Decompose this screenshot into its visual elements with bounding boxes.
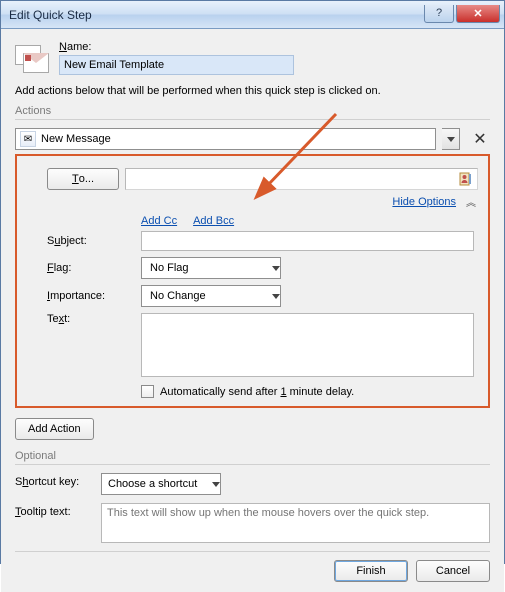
name-label: Name: <box>59 41 490 53</box>
importance-label: Importance: <box>47 290 135 302</box>
text-label: Text: <box>47 313 135 325</box>
dialog-buttons: Finish Cancel <box>15 560 490 582</box>
new-message-icon: ✉ <box>20 131 36 147</box>
close-button[interactable]: ✕ <box>456 5 500 23</box>
message-options-panel: To... Hide Options ︽ Add Cc Add Bcc Subj… <box>15 154 490 408</box>
subject-input[interactable] <box>141 231 474 251</box>
to-row: To... <box>47 168 478 190</box>
importance-combo[interactable]: No Change <box>141 285 281 307</box>
flag-combo[interactable]: No Flag <box>141 257 281 279</box>
chevron-down-icon <box>212 482 220 487</box>
shortcut-label: Shortcut key: <box>15 473 95 488</box>
shortcut-combo[interactable]: Choose a shortcut <box>101 473 221 495</box>
actions-heading: Actions <box>15 105 490 117</box>
window-buttons: ? ✕ <box>422 5 500 25</box>
divider <box>15 119 490 120</box>
subject-label: Subject: <box>47 235 135 247</box>
hide-options-link[interactable]: Hide Options <box>392 196 456 208</box>
tooltip-label: Tooltip text: <box>15 503 95 518</box>
tooltip-row: Tooltip text: <box>15 503 490 543</box>
divider <box>15 464 490 465</box>
auto-send-row: Automatically send after 1 minute delay. <box>141 385 474 398</box>
chevron-up-icon[interactable]: ︽ <box>466 194 476 209</box>
message-form: Add Cc Add Bcc Subject: Flag: No Flag Im… <box>47 215 474 398</box>
window-title: Edit Quick Step <box>9 8 92 22</box>
add-cc-link[interactable]: Add Cc <box>141 215 177 227</box>
importance-value: No Change <box>150 290 206 302</box>
chevron-down-icon <box>272 266 280 271</box>
cancel-button[interactable]: Cancel <box>416 560 490 582</box>
auto-send-checkbox[interactable] <box>141 385 154 398</box>
finish-button[interactable]: Finish <box>334 560 408 582</box>
shortcut-row: Shortcut key: Choose a shortcut <box>15 473 490 495</box>
optional-section: Optional Shortcut key: Choose a shortcut… <box>15 450 490 543</box>
divider <box>15 551 490 552</box>
flag-value: No Flag <box>150 262 189 274</box>
cc-bcc-row: Add Cc Add Bcc <box>141 215 474 227</box>
chevron-down-icon <box>447 137 455 142</box>
flag-label: Flag: <box>47 262 135 274</box>
add-bcc-link[interactable]: Add Bcc <box>193 215 234 227</box>
action-type-dropdown-button[interactable] <box>442 128 460 150</box>
hide-options-row: Hide Options ︽ <box>27 194 476 209</box>
remove-action-button[interactable]: ✕ <box>470 129 490 149</box>
add-action-row: Add Action <box>15 418 490 440</box>
to-input[interactable] <box>125 168 478 190</box>
auto-send-label: Automatically send after 1 minute delay. <box>160 386 354 398</box>
tooltip-text-input[interactable] <box>101 503 490 543</box>
name-input[interactable] <box>59 55 294 75</box>
dialog-window: Edit Quick Step ? ✕ Name: Add actions be… <box>0 0 505 564</box>
text-body-input[interactable] <box>141 313 474 377</box>
optional-heading: Optional <box>15 450 490 462</box>
shortcut-value: Choose a shortcut <box>108 478 197 490</box>
add-action-button[interactable]: Add Action <box>15 418 94 440</box>
action-selector-row: ✉ New Message ✕ <box>15 128 490 150</box>
action-type-label: New Message <box>41 133 435 145</box>
name-row: Name: <box>15 41 490 75</box>
to-button[interactable]: To... <box>47 168 119 190</box>
help-button[interactable]: ? <box>424 5 454 23</box>
chevron-down-icon <box>272 294 280 299</box>
title-bar: Edit Quick Step ? ✕ <box>1 1 504 29</box>
address-book-icon[interactable] <box>457 170 475 188</box>
description-text: Add actions below that will be performed… <box>15 85 490 97</box>
mail-stack-icon <box>15 45 51 75</box>
name-column: Name: <box>59 41 490 75</box>
action-type-combo[interactable]: ✉ New Message <box>15 128 436 150</box>
dialog-content: Name: Add actions below that will be per… <box>1 29 504 592</box>
